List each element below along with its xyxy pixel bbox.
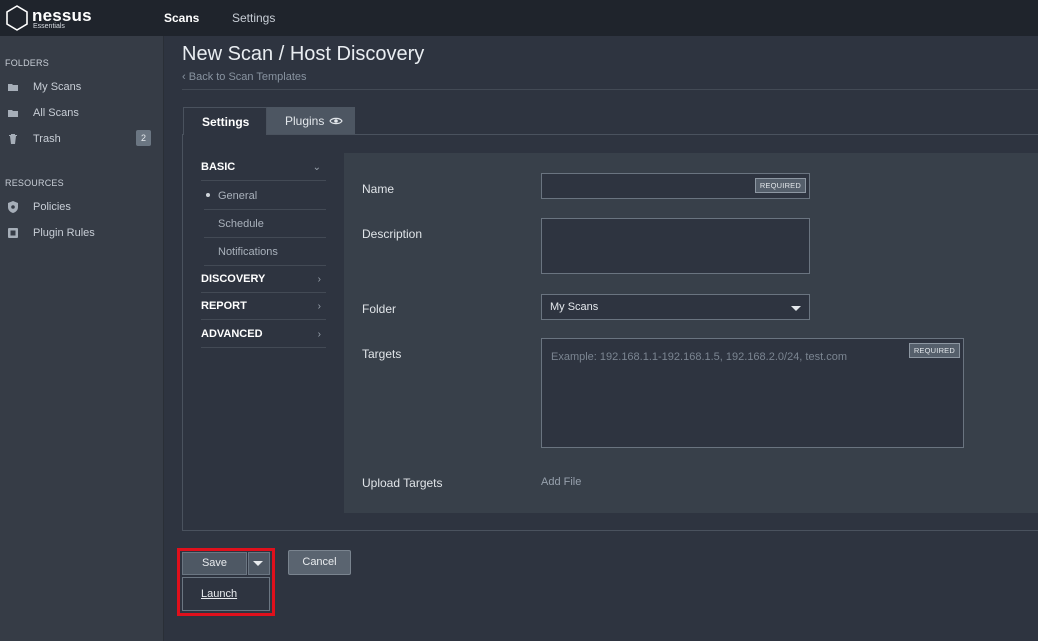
targets-label: Targets [362, 347, 402, 361]
section-label: DISCOVERY [201, 273, 266, 285]
chevron-right-icon: › [317, 301, 321, 312]
section-advanced[interactable]: ADVANCED › [201, 321, 326, 348]
targets-field[interactable]: Example: 192.168.1.1-192.168.1.5, 192.16… [541, 338, 964, 448]
policy-icon [8, 201, 18, 213]
sidebar-item-label: My Scans [33, 81, 82, 93]
description-label: Description [362, 227, 423, 241]
add-file-link[interactable]: Add File [541, 476, 581, 488]
sidebar-item-all-scans[interactable]: All Scans [0, 103, 164, 125]
folder-select[interactable]: My Scans [541, 294, 810, 320]
name-label: Name [362, 182, 395, 196]
chevron-down-icon: ⌄ [312, 162, 321, 173]
sidebar: FOLDERS My Scans All Scans Trash 2 RESOU… [0, 36, 164, 641]
section-basic[interactable]: BASIC ⌄ [201, 154, 326, 181]
form-area [344, 153, 1038, 513]
selected-dot-icon [206, 193, 210, 197]
logo-subtitle: Essentials [33, 23, 65, 30]
trash-count-badge: 2 [136, 130, 151, 146]
upload-targets-label: Upload Targets [362, 476, 443, 490]
sidebar-item-label: Policies [33, 201, 71, 213]
sidebar-item-policies[interactable]: Policies [0, 197, 164, 219]
nav-scans[interactable]: Scans [164, 11, 199, 25]
section-label: ADVANCED [201, 328, 263, 340]
section-report[interactable]: REPORT › [201, 293, 326, 320]
plugin-rules-icon [8, 228, 18, 238]
nav-item-label: Schedule [218, 218, 264, 230]
sidebar-item-trash[interactable]: Trash 2 [0, 129, 164, 151]
folder-icon [8, 84, 18, 91]
section-label: REPORT [201, 300, 247, 312]
sidebar-item-plugin-rules[interactable]: Plugin Rules [0, 223, 164, 245]
chevron-right-icon: › [317, 329, 321, 340]
nav-item-notifications[interactable]: Notifications [204, 238, 326, 266]
resources-heading: RESOURCES [5, 178, 64, 188]
chevron-left-icon: ‹ [182, 71, 186, 83]
trash-icon [9, 134, 17, 144]
sidebar-item-label: Trash [33, 133, 61, 145]
cancel-button[interactable]: Cancel [288, 550, 351, 575]
nessus-hexagon-icon [6, 5, 28, 31]
page-title: New Scan / Host Discovery [182, 43, 425, 65]
sidebar-item-my-scans[interactable]: My Scans [0, 77, 164, 99]
highlight-box [177, 548, 275, 616]
back-to-templates-link[interactable]: ‹ Back to Scan Templates [182, 71, 307, 83]
nav-item-label: General [218, 190, 258, 202]
section-discovery[interactable]: DISCOVERY › [201, 266, 326, 293]
folder-select-value: My Scans [550, 301, 599, 313]
nav-item-general[interactable]: General [204, 182, 326, 210]
sidebar-item-label: Plugin Rules [33, 227, 95, 239]
nav-item-label: Notifications [218, 246, 278, 258]
section-label: BASIC [201, 161, 236, 173]
eye-icon [329, 117, 343, 125]
folder-icon [8, 110, 18, 117]
top-bar: nessus Essentials Scans Settings [0, 0, 1038, 36]
sidebar-item-label: All Scans [33, 107, 79, 119]
nav-item-schedule[interactable]: Schedule [204, 210, 326, 238]
folders-heading: FOLDERS [5, 58, 49, 68]
tab-plugins-label: Plugins [285, 114, 325, 128]
nessus-logo[interactable]: nessus Essentials [4, 4, 134, 32]
caret-down-icon [791, 306, 801, 311]
required-tag: REQUIRED [754, 178, 806, 193]
required-tag: REQUIRED [908, 343, 960, 358]
nav-settings[interactable]: Settings [232, 11, 275, 25]
tab-plugins[interactable]: Plugins [267, 107, 355, 135]
folder-label: Folder [362, 302, 397, 316]
tab-settings[interactable]: Settings [183, 107, 267, 135]
name-field[interactable]: REQUIRED [541, 173, 810, 199]
chevron-right-icon: › [317, 274, 321, 285]
back-link-label: Back to Scan Templates [188, 71, 307, 83]
targets-placeholder: Example: 192.168.1.1-192.168.1.5, 192.16… [551, 351, 847, 363]
header-divider [182, 89, 1038, 90]
description-field[interactable] [541, 218, 810, 274]
